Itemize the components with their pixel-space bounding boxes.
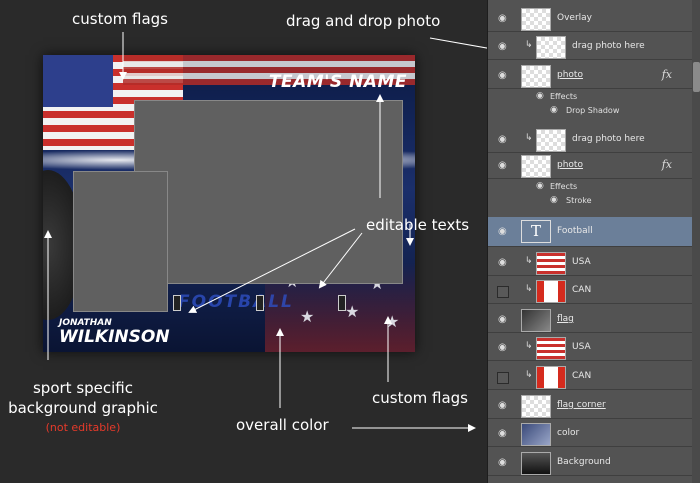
- layer-row[interactable]: ↳ CAN: [488, 363, 692, 390]
- layer-name: photo: [557, 69, 583, 80]
- layer-name: USA: [572, 341, 591, 352]
- layer-effect-row[interactable]: ◉ Effects: [488, 90, 692, 104]
- annotation-drag-drop: drag and drop photo: [286, 12, 441, 30]
- usa-flag-thumbnail[interactable]: [536, 252, 566, 275]
- layer-name: Overlay: [557, 12, 592, 23]
- eye-icon[interactable]: ◉: [498, 342, 507, 353]
- layer-row[interactable]: ↳ CAN: [488, 277, 692, 304]
- layer-name: CAN: [572, 284, 592, 295]
- effect-label: Effects: [550, 182, 578, 191]
- layers-scrollbar[interactable]: [692, 0, 700, 483]
- fx-icon[interactable]: fx: [662, 68, 672, 81]
- layer-row[interactable]: ◉ photo fx: [488, 62, 692, 89]
- layer-thumbnail[interactable]: [521, 8, 551, 31]
- template-card[interactable]: ★ ★ ★ ★ ★ ★ TEAM'S NAME FOOTBALL JONATHA…: [43, 55, 415, 352]
- layer-name: flag corner: [557, 399, 606, 410]
- layer-thumbnail[interactable]: [521, 452, 551, 475]
- annotation-custom-flags-top: custom flags: [72, 10, 168, 28]
- scroll-thumb[interactable]: [693, 62, 700, 92]
- layer-row[interactable]: ◉ ↳ USA: [488, 334, 692, 361]
- canada-flag-thumbnail[interactable]: [536, 366, 566, 389]
- fx-icon[interactable]: fx: [662, 158, 672, 171]
- eye-icon[interactable]: ◉: [498, 257, 507, 268]
- flag-canton: [43, 55, 113, 107]
- layer-effect-row[interactable]: ◉ Stroke: [488, 194, 692, 212]
- annotation-sport-bg: sport specific background graphic (not e…: [0, 378, 166, 438]
- layer-row[interactable]: ◉ color: [488, 420, 692, 447]
- clipping-mask-icon: ↳: [525, 341, 533, 351]
- layer-thumbnail[interactable]: [536, 129, 566, 152]
- effect-eye-icon[interactable]: ◉: [536, 181, 544, 191]
- layer-row[interactable]: ◉ T Football: [488, 217, 692, 247]
- clipping-mask-icon: ↳: [525, 133, 533, 143]
- layer-thumbnail[interactable]: [521, 309, 551, 332]
- last-name-text[interactable]: WILKINSON: [59, 327, 170, 347]
- annotation-sport-bg-line1: sport specific: [32, 379, 133, 397]
- layer-row[interactable]: ◉ flag corner: [488, 392, 692, 419]
- layer-row[interactable]: ◉ Background: [488, 449, 692, 476]
- effect-label: Drop Shadow: [566, 106, 620, 115]
- effect-eye-icon[interactable]: ◉: [536, 91, 544, 101]
- layer-row[interactable]: ◉ flag: [488, 306, 692, 333]
- layer-row[interactable]: ◉ photo fx: [488, 152, 692, 179]
- layer-row[interactable]: ◉ Overlay: [488, 5, 692, 32]
- layer-name: USA: [572, 256, 591, 267]
- layer-thumbnail[interactable]: [521, 423, 551, 446]
- layer-name: drag photo here: [572, 133, 645, 144]
- layer-thumbnail[interactable]: [536, 36, 566, 59]
- layer-name: drag photo here: [572, 40, 645, 51]
- layer-thumbnail[interactable]: [521, 395, 551, 418]
- effect-label: Effects: [550, 92, 578, 101]
- layer-effect-row[interactable]: ◉ Effects: [488, 180, 692, 194]
- eye-icon[interactable]: ◉: [498, 134, 507, 145]
- layer-row[interactable]: ◉ ↳ drag photo here: [488, 33, 692, 60]
- eye-icon[interactable]: ◉: [498, 428, 507, 439]
- clipping-mask-icon: ↳: [525, 256, 533, 266]
- text-handle-left[interactable]: [173, 295, 181, 311]
- layer-name: color: [557, 427, 580, 438]
- clipping-mask-icon: ↳: [525, 40, 533, 50]
- layer-thumbnail[interactable]: [521, 65, 551, 88]
- football-text[interactable]: FOOTBALL: [178, 292, 294, 312]
- text-layer-icon[interactable]: T: [521, 220, 551, 243]
- text-handle-right[interactable]: [338, 295, 346, 311]
- photo-placeholder-main[interactable]: [134, 100, 403, 284]
- eye-icon[interactable]: ◉: [498, 70, 507, 81]
- eye-icon[interactable]: ◉: [498, 400, 507, 411]
- usa-flag-thumbnail[interactable]: [536, 337, 566, 360]
- layer-row[interactable]: ◉ ↳ USA: [488, 249, 692, 276]
- eye-icon[interactable]: ◉: [498, 13, 507, 24]
- eye-icon[interactable]: ◉: [498, 160, 507, 171]
- layer-name: CAN: [572, 370, 592, 381]
- layer-name: Football: [557, 226, 593, 236]
- eye-icon[interactable]: ◉: [498, 41, 507, 52]
- layer-row[interactable]: ◉ ↳ drag photo here: [488, 126, 692, 153]
- effect-eye-icon[interactable]: ◉: [550, 195, 558, 205]
- effect-eye-icon[interactable]: ◉: [550, 105, 558, 115]
- text-handle-mid[interactable]: [256, 295, 264, 311]
- eye-icon[interactable]: ◉: [498, 226, 507, 237]
- team-name-text[interactable]: TEAM'S NAME: [269, 72, 407, 92]
- layer-name: flag: [557, 313, 574, 324]
- canada-flag-thumbnail[interactable]: [536, 280, 566, 303]
- visibility-toggle[interactable]: [497, 285, 509, 298]
- annotation-not-editable: (not editable): [45, 421, 121, 434]
- layers-panel[interactable]: ◉ Overlay ◉ ↳ drag photo here ◉ photo fx ◉ Effect…: [487, 0, 700, 483]
- eye-icon[interactable]: ◉: [498, 314, 507, 325]
- annotation-editable-texts: editable texts: [366, 216, 470, 234]
- clipping-mask-icon: ↳: [525, 284, 533, 294]
- annotation-custom-flags-bottom: custom flags: [372, 389, 468, 407]
- photo-placeholder-side[interactable]: [73, 171, 168, 312]
- effect-label: Stroke: [566, 196, 592, 205]
- clipping-mask-icon: ↳: [525, 370, 533, 380]
- layer-name: photo: [557, 159, 583, 170]
- visibility-toggle[interactable]: [497, 371, 509, 384]
- annotation-sport-bg-line2: background graphic: [8, 399, 158, 417]
- layer-name: Background: [557, 456, 611, 467]
- eye-icon[interactable]: ◉: [498, 457, 507, 468]
- layer-thumbnail[interactable]: [521, 155, 551, 178]
- layer-effect-row[interactable]: ◉ Drop Shadow: [488, 104, 692, 122]
- annotation-overall-color: overall color: [236, 416, 329, 434]
